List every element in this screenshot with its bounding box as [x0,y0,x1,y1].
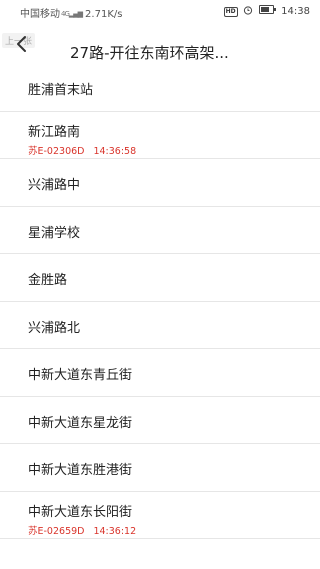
bus-arrival-info: 苏E-02306D 14:36:58 [28,143,136,157]
status-right: HD 14:38 [223,5,310,18]
bus-arrival-info: 苏E-02659D 14:36:12 [28,523,136,537]
network-speed: 2.71K/s [85,9,123,20]
carrier-name: 中国移动 [20,9,60,20]
arrow-left-icon [17,36,26,52]
page-title: 27路-开往东南环高架... [70,44,229,62]
list-item[interactable]: 金胜路 [0,254,320,302]
stop-name: 中新大道东胜港街 [28,463,133,478]
status-left: 中国移动4G▂▄▆ 2.71K/s [20,5,122,20]
battery-icon [258,5,276,14]
stop-name: 中新大道东青丘街 [28,368,133,383]
network-tag: 4G [61,10,70,18]
header-bar: 上一张 27路-开往东南环高架... [0,22,320,62]
stop-name: 兴浦路北 [28,320,81,336]
list-item[interactable]: 兴浦路北 [0,302,320,349]
stop-name: 金胜路 [28,273,68,288]
list-item[interactable]: 中新大道东星龙街 [0,397,320,444]
bus-plate: 苏E-02659D [28,525,85,537]
list-item[interactable]: 星浦学校 [0,207,320,254]
list-item[interactable]: 中新大道东长阳街苏E-02659D 14:36:12 [0,492,320,539]
list-item[interactable]: 新江路南苏E-02306D 14:36:58 [0,112,320,159]
list-item[interactable]: 中新大道东青丘街 [0,349,320,397]
stop-name: 中新大道东长阳街 [28,504,133,520]
bus-time: 14:36:58 [93,145,137,157]
status-bar: 中国移动4G▂▄▆ 2.71K/s HD 14:38 [0,0,320,22]
stop-list: 胜浦首末站新江路南苏E-02306D 14:36:58 兴浦路中星浦学校金胜路兴浦路… [0,64,320,539]
stop-name: 星浦学校 [28,225,81,241]
list-item[interactable]: 胜浦首末站 [0,64,320,112]
stop-name: 胜浦首末站 [28,83,94,98]
signal-bars-icon: 4G▂▄▆ [61,10,83,18]
bus-time: 14:36:12 [93,525,137,537]
battery-fill [260,7,269,12]
stop-name: 新江路南 [28,124,81,140]
back-button[interactable] [10,32,34,56]
list-item[interactable]: 中新大道东胜港街 [0,444,320,492]
hd-badge: HD [223,7,238,17]
alarm-clock-icon [243,5,253,18]
stop-name: 兴浦路中 [28,178,81,193]
list-item[interactable]: 兴浦路中 [0,159,320,207]
stop-name: 中新大道东星龙街 [28,415,133,431]
status-time: 14:38 [281,6,310,17]
bus-plate: 苏E-02306D [28,145,85,157]
